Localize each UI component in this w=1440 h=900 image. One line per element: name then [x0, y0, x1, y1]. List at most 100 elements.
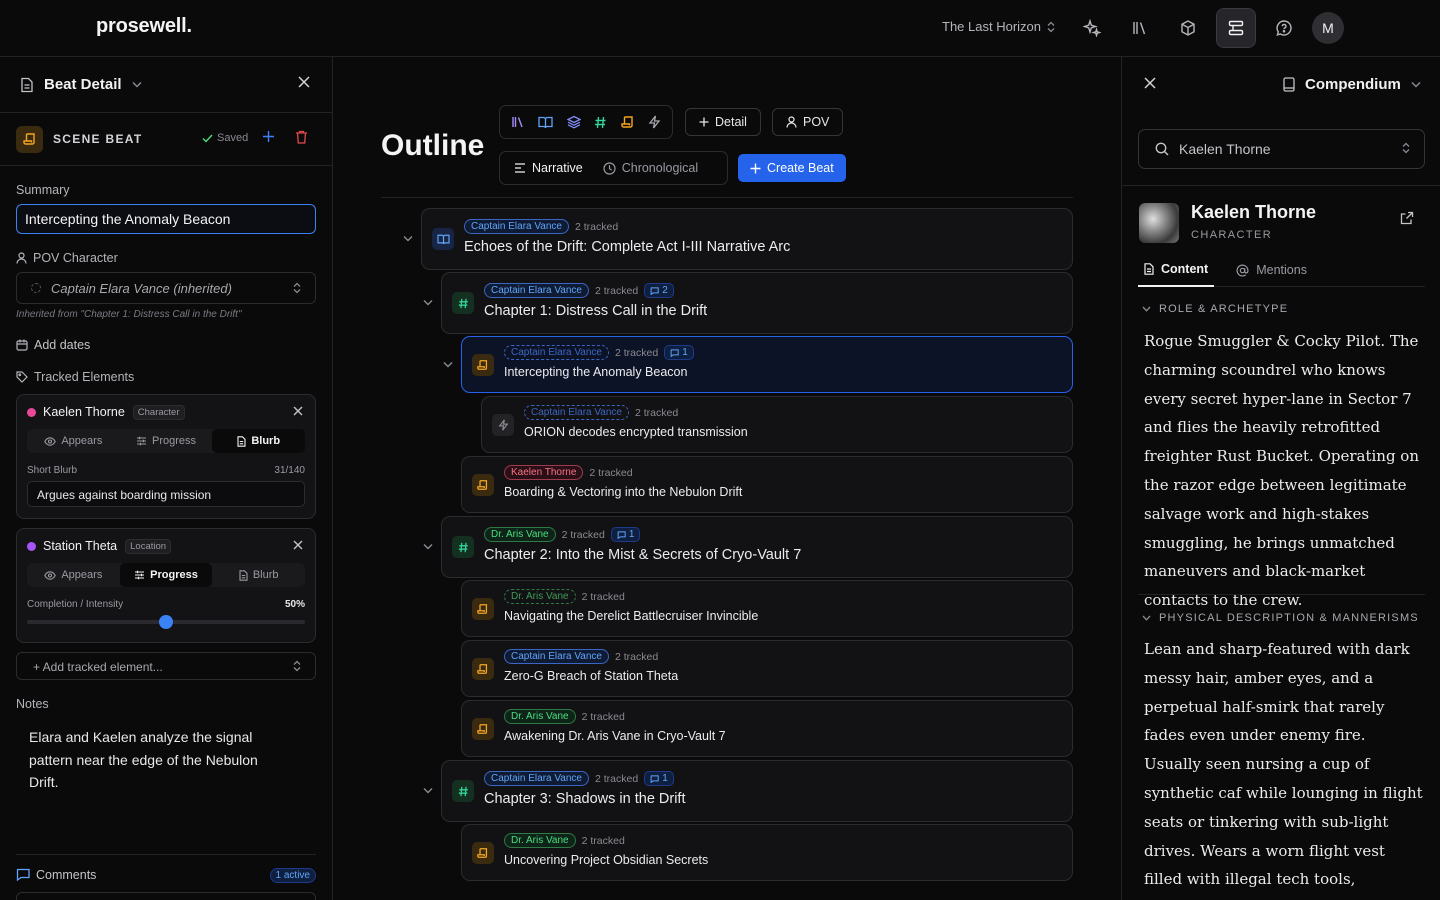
- project-selector[interactable]: The Last Horizon: [942, 19, 1055, 34]
- pov-pill[interactable]: Dr. Aris Vane: [484, 527, 556, 542]
- chevron-down-icon[interactable]: [132, 81, 142, 88]
- pov-pill[interactable]: Dr. Aris Vane: [504, 833, 576, 848]
- section-role-text[interactable]: Rogue Smuggler & Cocky Pilot. The charmi…: [1144, 327, 1424, 615]
- pov-pill[interactable]: Captain Elara Vance: [524, 405, 629, 420]
- tab-mentions[interactable]: Mentions: [1230, 253, 1313, 287]
- sparkle-icon: [1083, 19, 1101, 37]
- scroll-filter-icon[interactable]: [621, 115, 635, 129]
- comment-box[interactable]: [16, 892, 316, 900]
- pov-pill[interactable]: Captain Elara Vance: [484, 283, 589, 298]
- compendium-title-row[interactable]: Compendium: [1283, 76, 1421, 93]
- pov-pill[interactable]: Captain Elara Vance: [504, 649, 609, 664]
- hash-icon: [452, 780, 474, 802]
- package-button[interactable]: [1168, 8, 1208, 48]
- tab-content[interactable]: Content: [1138, 253, 1215, 287]
- bolt-filter-icon[interactable]: [648, 115, 661, 129]
- add-dates-button[interactable]: Add dates: [16, 338, 90, 352]
- outline-node[interactable]: Captain Elara Vance 2 tracked Zero-G Breac…: [461, 640, 1073, 697]
- collapse-chevron-icon[interactable]: [423, 787, 433, 794]
- notes-label: Notes: [16, 697, 49, 711]
- hash-icon: [452, 292, 474, 314]
- hash-filter-icon[interactable]: [594, 116, 607, 129]
- tracked-count: 2 tracked: [581, 834, 625, 847]
- brand-logo[interactable]: prosewell.: [96, 15, 192, 38]
- user-avatar[interactable]: M: [1312, 12, 1344, 44]
- create-beat-button[interactable]: Create Beat: [738, 154, 846, 182]
- library-icon: [1131, 19, 1149, 37]
- compendium-search-select[interactable]: Kaelen Thorne: [1138, 129, 1425, 169]
- tab-blurb[interactable]: Blurb: [212, 563, 305, 587]
- collapse-chevron-icon[interactable]: [423, 543, 433, 550]
- collapse-chevron-icon[interactable]: [423, 299, 433, 306]
- mode-chronological[interactable]: Chronological: [593, 155, 708, 181]
- tab-blurb[interactable]: Blurb: [212, 429, 306, 453]
- tab-progress[interactable]: Progress: [119, 563, 213, 587]
- detail-button[interactable]: Detail: [685, 108, 761, 136]
- notes-textarea[interactable]: Elara and Kaelen analyze the signal patt…: [29, 726, 259, 794]
- outline-node[interactable]: Dr. Aris Vane 2 tracked 1 Chapter 2: Into t…: [441, 516, 1073, 578]
- summary-label: Summary: [16, 183, 70, 197]
- user-icon: [16, 252, 27, 264]
- external-link-icon[interactable]: [1400, 211, 1414, 225]
- outline-node[interactable]: Captain Elara Vance 2 tracked ORION decode…: [481, 396, 1073, 453]
- outline-node[interactable]: Captain Elara Vance 2 tracked 1 Chapter 3: …: [441, 760, 1073, 822]
- sliders-icon: [134, 570, 145, 580]
- layers-filter-icon[interactable]: [566, 115, 581, 129]
- pov-pill[interactable]: Dr. Aris Vane: [504, 589, 576, 604]
- ai-sparkle-button[interactable]: [1072, 8, 1112, 48]
- tracked-count: 2 tracked: [581, 590, 625, 603]
- pov-pill[interactable]: Captain Elara Vance: [464, 219, 569, 234]
- intensity-slider[interactable]: [27, 615, 305, 629]
- outline-view-button[interactable]: [1216, 8, 1256, 48]
- section-physical-header[interactable]: PHYSICAL DESCRIPTION & MANNERISMS: [1142, 612, 1419, 624]
- remove-tracked-icon[interactable]: [293, 540, 303, 550]
- close-panel-icon[interactable]: [1144, 77, 1156, 89]
- outline-node[interactable]: Captain Elara Vance 2 tracked 1 Interceptin…: [461, 336, 1073, 393]
- comment-count[interactable]: 1: [610, 527, 641, 542]
- outline-type-toolbar: [499, 105, 673, 139]
- compendium-tabs: Content Mentions: [1138, 253, 1425, 287]
- scroll-icon: [472, 842, 494, 864]
- pov-button[interactable]: POV: [772, 108, 844, 136]
- outline-node[interactable]: Kaelen Thorne 2 tracked Boarding & Vectori…: [461, 456, 1073, 513]
- outline-node[interactable]: Dr. Aris Vane 2 tracked Awakening Dr. Aris…: [461, 700, 1073, 757]
- add-tracked-element-select[interactable]: + Add tracked element...: [16, 652, 316, 680]
- pov-pill[interactable]: Kaelen Thorne: [504, 465, 584, 480]
- slider-handle[interactable]: [159, 615, 173, 629]
- comment-count[interactable]: 2: [644, 283, 674, 298]
- blurb-input[interactable]: Argues against boarding mission: [27, 481, 305, 507]
- section-physical-text[interactable]: Lean and sharp-featured with dark messy …: [1144, 635, 1424, 900]
- mode-narrative[interactable]: Narrative: [504, 155, 593, 181]
- close-panel-icon[interactable]: [298, 76, 310, 88]
- pov-pill[interactable]: Captain Elara Vance: [484, 771, 589, 786]
- comment-count[interactable]: 1: [644, 771, 674, 786]
- remove-tracked-icon[interactable]: [293, 406, 303, 416]
- tab-progress[interactable]: Progress: [120, 429, 213, 453]
- tracked-name[interactable]: Station Theta: [43, 539, 117, 553]
- pov-pill[interactable]: Captain Elara Vance: [504, 345, 609, 360]
- trash-icon[interactable]: [295, 130, 308, 144]
- library-button[interactable]: [1120, 8, 1160, 48]
- outline-node[interactable]: Dr. Aris Vane 2 tracked Uncovering Project…: [461, 824, 1073, 881]
- check-icon: [202, 134, 213, 143]
- collapse-chevron-icon[interactable]: [443, 361, 453, 368]
- tracked-name[interactable]: Kaelen Thorne: [43, 405, 125, 419]
- pov-select[interactable]: Captain Elara Vance (inherited): [16, 272, 316, 304]
- outline-node[interactable]: Dr. Aris Vane 2 tracked Navigating the Der…: [461, 580, 1073, 637]
- collapse-chevron-icon[interactable]: [403, 235, 413, 242]
- tab-appears[interactable]: Appears: [27, 563, 120, 587]
- library-filter-icon[interactable]: [511, 115, 525, 129]
- help-button[interactable]: [1264, 8, 1304, 48]
- pov-pill[interactable]: Dr. Aris Vane: [504, 709, 576, 724]
- comments-row[interactable]: Comments 1 active: [16, 854, 316, 894]
- outline-node[interactable]: Captain Elara Vance 2 tracked Echoes of th…: [421, 208, 1073, 270]
- summary-input[interactable]: Intercepting the Anomaly Beacon: [16, 204, 316, 234]
- book-filter-icon[interactable]: [538, 116, 553, 129]
- outline-node[interactable]: Captain Elara Vance 2 tracked 2 Chapter 1: …: [441, 272, 1073, 334]
- comment-count[interactable]: 1: [664, 345, 694, 360]
- section-role-header[interactable]: ROLE & ARCHETYPE: [1142, 303, 1288, 315]
- node-meta: Dr. Aris Vane 2 tracked 1: [484, 527, 641, 542]
- add-beat-icon[interactable]: [262, 130, 275, 143]
- beat-detail-panel: Beat Detail SCENE BEAT Saved Summary Int…: [0, 57, 333, 900]
- tab-appears[interactable]: Appears: [27, 429, 120, 453]
